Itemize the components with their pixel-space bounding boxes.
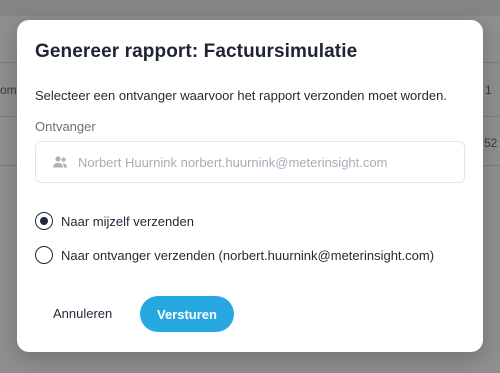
generate-report-dialog: Genereer rapport: Factuursimulatie Selec…	[17, 20, 483, 352]
option-send-to-self[interactable]: Naar mijzelf verzenden	[35, 212, 194, 230]
background-text-fragment: 52	[484, 136, 498, 150]
users-icon	[52, 155, 68, 169]
send-button[interactable]: Versturen	[140, 296, 234, 332]
cancel-button[interactable]: Annuleren	[39, 296, 126, 330]
option-send-to-recipient[interactable]: Naar ontvanger verzenden (norbert.huurni…	[35, 246, 434, 264]
dialog-description: Selecteer een ontvanger waarvoor het rap…	[35, 88, 447, 103]
option-label: Naar mijzelf verzenden	[61, 213, 194, 229]
radio-send-to-self[interactable]	[35, 212, 53, 230]
recipient-value: Norbert Huurnink norbert.huurnink@meteri…	[78, 154, 388, 170]
dialog-title: Genereer rapport: Factuursimulatie	[35, 41, 358, 62]
modal-backdrop[interactable]: om 1 52 Genereer rapport: Factuursimulat…	[0, 0, 500, 373]
background-header	[0, 0, 500, 16]
radio-send-to-recipient[interactable]	[35, 246, 53, 264]
option-label: Naar ontvanger verzenden (norbert.huurni…	[61, 247, 435, 263]
background-text-fragment: 1	[485, 83, 492, 97]
background-text-fragment: om	[0, 83, 17, 97]
recipient-label: Ontvanger	[35, 119, 96, 134]
recipient-select[interactable]: Norbert Huurnink norbert.huurnink@meteri…	[35, 141, 465, 183]
